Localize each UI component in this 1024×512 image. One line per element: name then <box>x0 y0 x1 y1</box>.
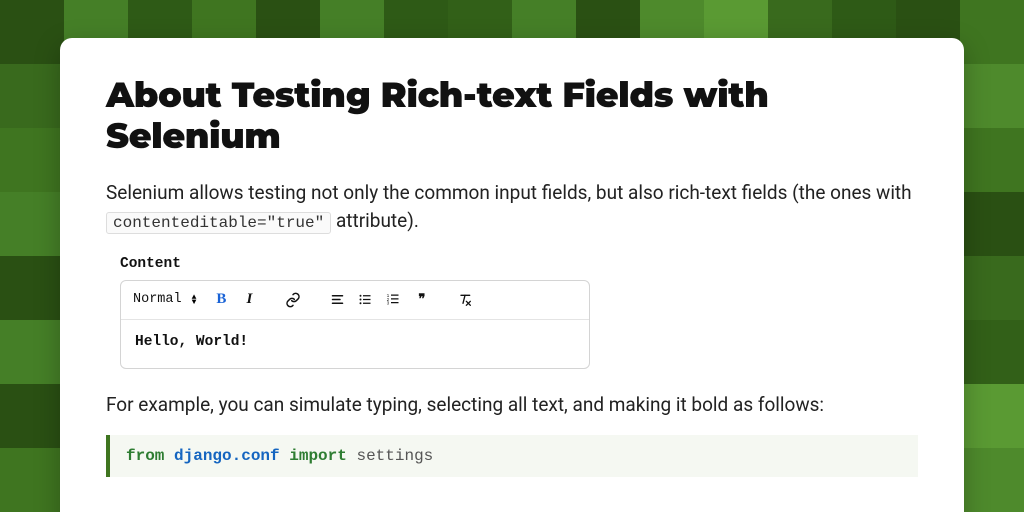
align-icon <box>330 292 345 307</box>
article-card: About Testing Rich-text Fields with Sele… <box>60 38 964 512</box>
inline-code: contenteditable="true" <box>106 212 331 234</box>
bullet-list-icon <box>358 292 373 307</box>
editor-toolbar: Normal ▲▼ B I <box>121 281 589 320</box>
italic-button[interactable]: I <box>238 289 260 311</box>
select-caret-icon: ▲▼ <box>192 295 197 305</box>
intro-text-pre: Selenium allows testing not only the com… <box>106 181 912 204</box>
code-module: django.conf <box>174 447 280 465</box>
blockquote-button[interactable]: ❞ <box>410 289 432 311</box>
code-keyword-from: from <box>126 447 164 465</box>
svg-text:3: 3 <box>387 302 390 307</box>
blockquote-icon: ❞ <box>418 292 424 307</box>
format-selected-label: Normal <box>133 292 182 307</box>
editor-label: Content <box>120 256 918 272</box>
bold-icon: B <box>216 291 226 308</box>
clear-format-button[interactable] <box>454 289 476 311</box>
page-title: About Testing Rich-text Fields with Sele… <box>106 74 918 157</box>
italic-icon: I <box>247 291 253 308</box>
bold-button[interactable]: B <box>210 289 232 311</box>
link-icon <box>285 292 301 308</box>
format-select[interactable]: Normal ▲▼ <box>133 292 204 307</box>
intro-text-post: attribute). <box>336 209 419 232</box>
code-keyword-import: import <box>289 447 347 465</box>
editor-content-area[interactable]: Hello, World! <box>121 320 589 368</box>
ordered-list-icon: 1 2 3 <box>386 292 401 307</box>
code-block: from django.conf import settings <box>106 435 918 477</box>
ordered-list-button[interactable]: 1 2 3 <box>382 289 404 311</box>
link-button[interactable] <box>282 289 304 311</box>
example-lead: For example, you can simulate typing, se… <box>106 391 918 420</box>
code-import-name: settings <box>356 447 433 465</box>
intro-paragraph: Selenium allows testing not only the com… <box>106 179 918 236</box>
clear-format-icon <box>457 292 473 308</box>
align-button[interactable] <box>326 289 348 311</box>
bullet-list-button[interactable] <box>354 289 376 311</box>
editor-figure: Content Normal ▲▼ B I <box>106 256 918 369</box>
rich-text-editor: Normal ▲▼ B I <box>120 280 590 369</box>
